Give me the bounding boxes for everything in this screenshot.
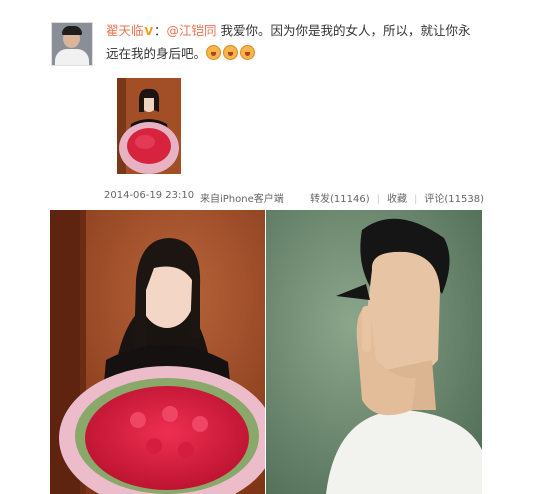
mention-link[interactable]: @江铠同	[167, 23, 217, 38]
favorite-button[interactable]: 收藏	[387, 194, 407, 205]
username-link[interactable]: 翟天临	[106, 23, 144, 38]
repost-button[interactable]: 转发(11146)	[310, 194, 370, 205]
post-meta-bar: 2014-06-19 23:10 来自iPhone客户端 转发(11146) | 收…	[104, 190, 484, 206]
verified-v-badge-icon: V	[144, 25, 154, 38]
avatar[interactable]	[51, 22, 93, 66]
emoji-face-icon	[240, 45, 256, 60]
comment-button[interactable]: 评论(11538)	[424, 194, 484, 205]
post-actions: 转发(11146) | 收藏 | 评论(11538)	[310, 190, 484, 205]
post-source[interactable]: 来自iPhone客户端	[200, 190, 284, 205]
post-content: 翟天临V：@江铠同 我爱你。因为你是我的女人，所以，就让你永远在我的身后吧。	[106, 20, 481, 65]
post-image-thumbnail[interactable]	[117, 78, 181, 174]
username-separator: ：	[154, 23, 167, 38]
post-timestamp[interactable]: 2014-06-19 23:10	[104, 190, 194, 201]
emoji-face-icon	[223, 45, 239, 60]
action-divider: |	[414, 194, 418, 205]
action-divider: |	[376, 194, 380, 205]
emoji-face-icon	[206, 45, 222, 60]
photo-image-right	[266, 210, 482, 494]
photo-image-left	[50, 210, 265, 494]
photo-woman-with-roses	[50, 210, 265, 494]
photo-man-portrait	[266, 210, 482, 494]
thumbnail-image	[117, 78, 181, 174]
